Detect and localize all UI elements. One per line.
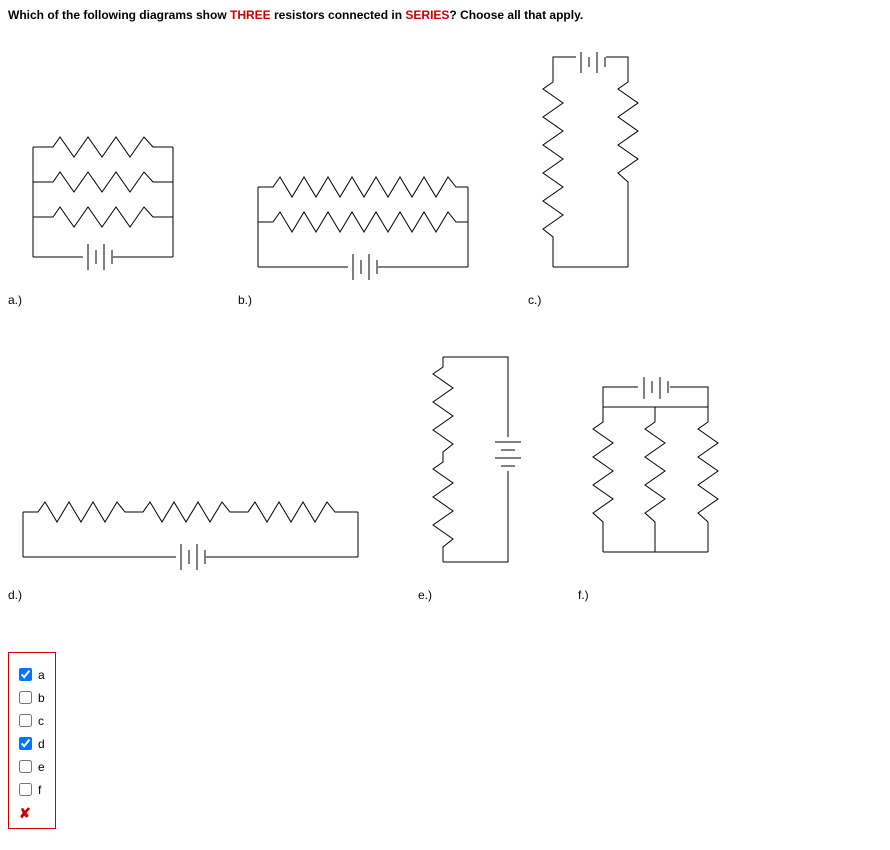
answer-label-e: e (38, 760, 45, 774)
answer-label-f: f (38, 783, 41, 797)
diagram-label-f: f.) (578, 588, 738, 602)
diagram-e (418, 347, 538, 577)
question-emph-1: THREE (230, 8, 271, 22)
answer-label-d: d (38, 737, 45, 751)
answer-label-b: b (38, 691, 45, 705)
diagram-d (8, 497, 378, 577)
checkbox-d[interactable] (19, 737, 32, 750)
answer-label-a: a (38, 668, 45, 682)
answer-row-b: b (15, 688, 45, 707)
question-emph-2: SERIES (405, 8, 449, 22)
answer-row-c: c (15, 711, 45, 730)
diagram-a (8, 132, 198, 282)
answer-row-a: a (15, 665, 45, 684)
diagram-row-1: a.) b.) (8, 52, 890, 307)
question-post: ? Choose all that apply. (449, 8, 583, 22)
answer-row-f: f (15, 780, 45, 799)
question-mid: resistors connected in (271, 8, 406, 22)
answer-row-d: d (15, 734, 45, 753)
question-text: Which of the following diagrams show THR… (8, 8, 890, 22)
checkbox-c[interactable] (19, 714, 32, 727)
diagram-label-d: d.) (8, 588, 378, 602)
diagram-label-b: b.) (238, 293, 488, 307)
diagram-cell-b: b.) (238, 172, 488, 307)
diagram-cell-d: d.) (8, 497, 378, 602)
incorrect-icon: ✘ (19, 805, 45, 822)
checkbox-b[interactable] (19, 691, 32, 704)
diagram-b (238, 172, 488, 282)
diagram-cell-f: f.) (578, 377, 738, 602)
diagram-cell-c: c.) (528, 52, 658, 307)
diagram-c (528, 52, 658, 282)
answer-box: a b c d e f ✘ (8, 652, 56, 829)
diagram-cell-a: a.) (8, 132, 198, 307)
answer-row-e: e (15, 757, 45, 776)
diagram-label-a: a.) (8, 293, 198, 307)
checkbox-f[interactable] (19, 783, 32, 796)
diagram-label-e: e.) (418, 588, 538, 602)
diagram-label-c: c.) (528, 293, 658, 307)
answer-label-c: c (38, 714, 44, 728)
question-pre: Which of the following diagrams show (8, 8, 230, 22)
diagram-row-2: d.) e.) (8, 347, 890, 602)
checkbox-e[interactable] (19, 760, 32, 773)
diagram-f (578, 377, 738, 577)
checkbox-a[interactable] (19, 668, 32, 681)
diagram-cell-e: e.) (418, 347, 538, 602)
